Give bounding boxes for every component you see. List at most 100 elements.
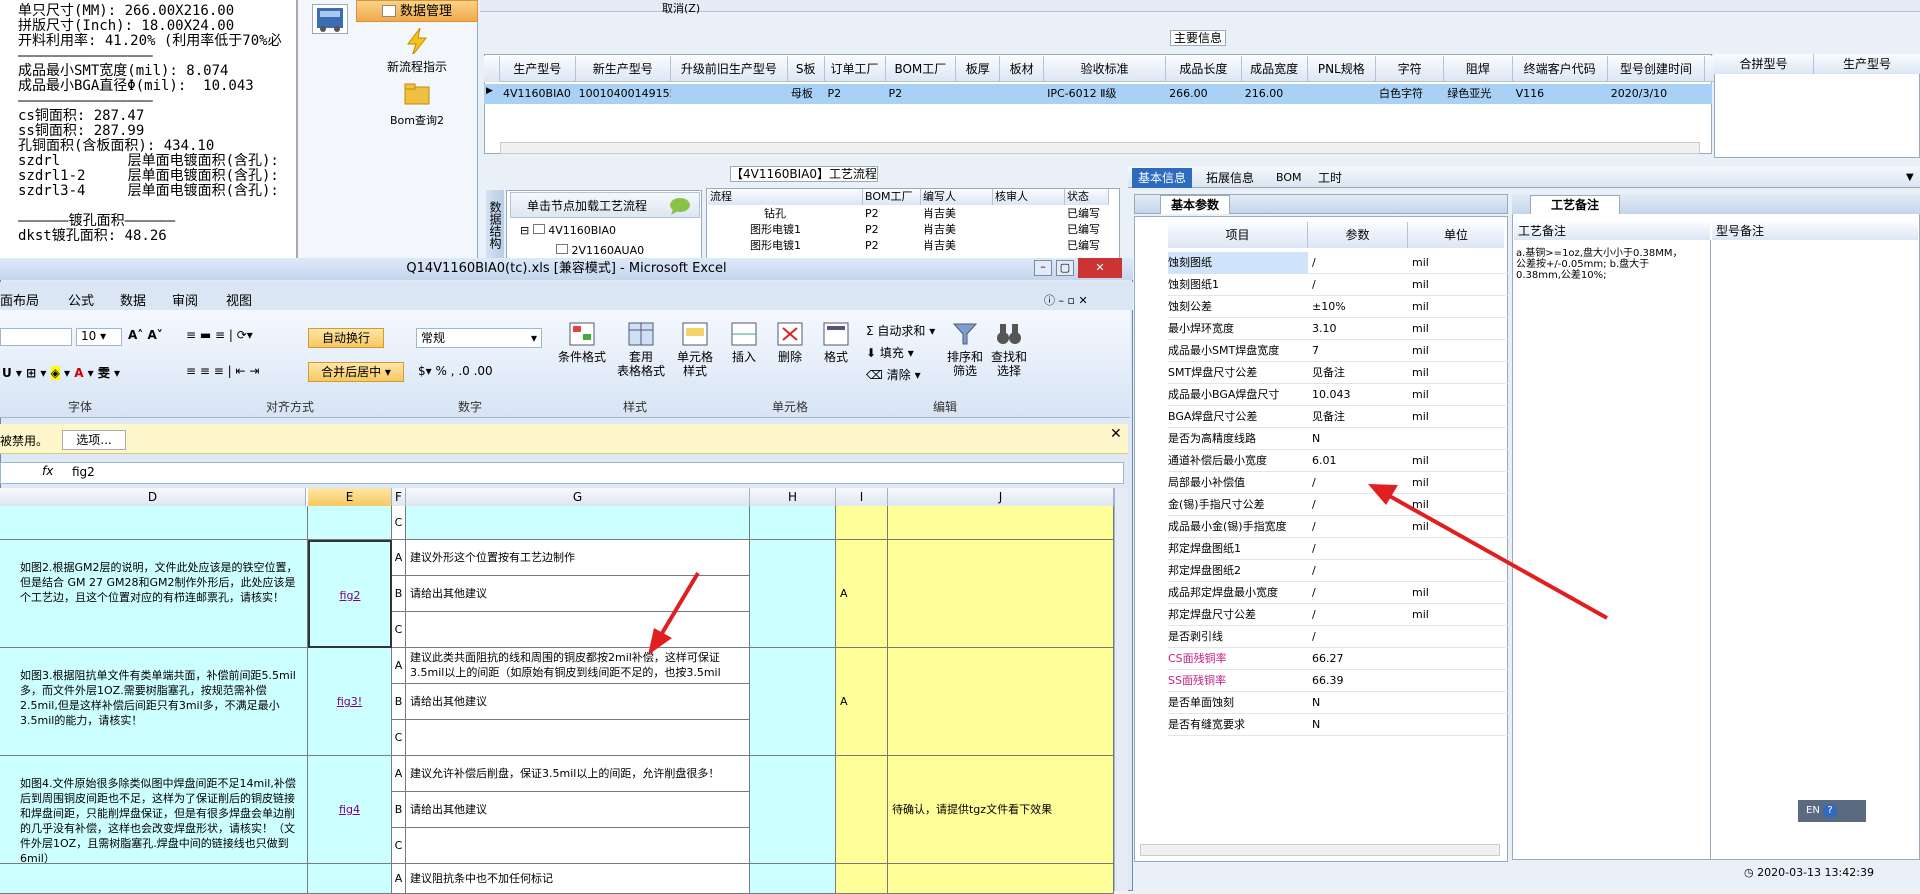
issue-description[interactable]: 如图2.根据GM2层的说明，文件此处应该是的铁空位置，但是结合 GM 27 GM… — [0, 540, 308, 648]
horizontal-scrollbar[interactable] — [500, 142, 1700, 154]
params-header-value[interactable]: 参数 — [1308, 222, 1408, 248]
param-value[interactable]: / — [1310, 560, 1408, 581]
param-value[interactable]: N — [1310, 714, 1408, 735]
tab-page-layout[interactable]: 面布局 — [0, 290, 39, 309]
param-value[interactable]: 见备注 — [1310, 406, 1408, 427]
params-hscrollbar[interactable] — [1140, 844, 1500, 856]
delete-button[interactable]: 删除 — [766, 320, 814, 364]
insert-button[interactable]: 插入 — [720, 320, 768, 364]
main-grid-cell[interactable] — [956, 84, 1000, 104]
tab-view[interactable]: 视图 — [226, 290, 252, 309]
formula-bar[interactable] — [0, 462, 1124, 484]
fill-color-icon[interactable]: ◈ — [50, 366, 60, 380]
main-grid-header[interactable]: BOM工厂 — [885, 56, 957, 82]
issue-comment[interactable] — [888, 648, 1114, 756]
sheet-cell[interactable] — [0, 506, 308, 540]
notepad-text-area[interactable]: 单只尺寸(MM): 266.00X216.00 拼版尺寸(Inch): 18.0… — [0, 0, 298, 270]
main-grid-cell[interactable]: 白色字符 — [1376, 84, 1444, 104]
process-remarks-text[interactable]: a.基铜>=1oz,盘大小小于0.38MM，公差按+/-0.05mm; b.盘大… — [1516, 248, 1692, 281]
process-grid-cell[interactable]: 已编写 — [1065, 206, 1109, 222]
sheet-cell[interactable] — [836, 864, 888, 894]
column-header-i[interactable]: I — [836, 488, 888, 506]
font-color-icon[interactable]: A — [74, 366, 83, 380]
process-grid-header[interactable]: 编写人 — [921, 189, 993, 205]
excel-titlebar[interactable]: Q14V1160BIA0(tc).xls [兼容模式] - Microsoft … — [0, 258, 1133, 280]
process-grid-cell[interactable]: P2 — [863, 238, 921, 254]
process-grid-header[interactable]: 核审人 — [993, 189, 1065, 205]
params-header-item[interactable]: 项目 — [1168, 222, 1308, 248]
option-text[interactable] — [406, 612, 750, 648]
help-icon[interactable]: ? — [1823, 804, 1837, 818]
sheet-cell[interactable] — [308, 506, 392, 540]
sheet-cell[interactable] — [836, 506, 888, 540]
main-grid-header[interactable]: PNL规格 — [1307, 56, 1376, 82]
tab-basic-info[interactable]: 基本信息 — [1132, 168, 1193, 188]
option-text[interactable] — [406, 828, 750, 864]
minimize-button[interactable]: – — [1034, 260, 1052, 276]
param-row[interactable]: 局部最小补偿值 / mil — [1168, 472, 1508, 494]
main-grid-header[interactable]: 成品宽度 — [1241, 56, 1308, 82]
new-process-button[interactable]: 新流程指示 — [362, 28, 472, 75]
option-text[interactable]: 建议外形这个位置按有工艺边制作 — [406, 540, 750, 576]
params-header-unit[interactable]: 单位 — [1408, 222, 1504, 248]
param-row[interactable]: BGA焊盘尺寸公差 见备注 mil — [1168, 406, 1508, 428]
param-row[interactable]: 蚀刻图纸 / mil — [1168, 252, 1508, 274]
column-header-j[interactable]: J — [888, 488, 1114, 506]
main-grid-cell[interactable] — [1000, 84, 1044, 104]
issue-choice[interactable]: A — [836, 540, 888, 648]
process-grid-cell[interactable] — [993, 206, 1065, 222]
main-grid-header[interactable]: 型号创建时间 — [1607, 56, 1706, 82]
font-name-select[interactable] — [0, 328, 72, 346]
align-buttons[interactable]: ≡ ≡ ≡ | ⇤ ⇥ — [186, 364, 306, 384]
sheet-cell[interactable] — [888, 864, 1114, 894]
autosum-button[interactable]: Σ 自动求和 ▾ — [866, 322, 935, 339]
sort-filter-button[interactable]: 排序和 筛选 — [942, 320, 988, 378]
tab-basic-params[interactable]: 基本参数 — [1160, 195, 1230, 214]
main-grid-cell[interactable]: 2020/3/10 — [1608, 84, 1706, 104]
main-grid-cell[interactable]: P2 — [825, 84, 886, 104]
process-grid-cell[interactable] — [993, 222, 1065, 238]
tab-data[interactable]: 数据 — [120, 290, 146, 309]
param-row[interactable]: 金(锡)手指尺寸公差 / mil — [1168, 494, 1508, 516]
issue-figure-link-cell[interactable]: fig4 — [308, 756, 392, 864]
param-row[interactable]: 邦定焊盘图纸1 / — [1168, 538, 1508, 560]
option-text[interactable] — [406, 720, 750, 756]
font-grow-button[interactable]: A˄ A˅ — [128, 328, 163, 342]
param-row[interactable]: 蚀刻公差 ±10% mil — [1168, 296, 1508, 318]
main-grid-header[interactable]: 订单工厂 — [824, 56, 886, 82]
formula-input[interactable]: fig2 — [72, 465, 95, 479]
security-options-button[interactable]: 选项... — [62, 430, 126, 450]
column-header-g[interactable]: G — [406, 488, 750, 506]
param-value[interactable]: 6.01 — [1310, 450, 1408, 471]
param-row[interactable]: CS面残铜率 66.27 — [1168, 648, 1508, 670]
param-value[interactable]: / — [1310, 472, 1408, 493]
process-grid-cell[interactable]: 肖吉美 — [921, 222, 993, 238]
main-grid-header[interactable]: 验收标准 — [1044, 56, 1167, 82]
wrap-text-button[interactable]: 自动换行 — [308, 328, 384, 348]
param-value[interactable]: / — [1310, 516, 1408, 537]
find-select-button[interactable]: 查找和 选择 — [986, 320, 1032, 378]
tab-formulas[interactable]: 公式 — [68, 290, 94, 309]
nav-header-data-management[interactable]: 数据管理 — [356, 0, 478, 22]
option-text[interactable]: 建议此类共面阻抗的线和周围的铜皮都按2mil补偿，这样可保证3.5mil以上的间… — [406, 648, 750, 684]
param-row[interactable]: 是否有缝宽要求 N — [1168, 714, 1508, 736]
column-header-e[interactable]: E — [308, 488, 392, 506]
option-text[interactable]: 请给出其他建议 — [406, 684, 750, 720]
param-row[interactable]: 成品邦定焊盘最小宽度 / mil — [1168, 582, 1508, 604]
process-grid-cell[interactable]: 已编写 — [1065, 222, 1109, 238]
main-grid-header[interactable]: 生产型号 — [500, 56, 576, 82]
process-grid-cell[interactable]: 钻孔 — [708, 206, 863, 222]
main-grid-cell[interactable] — [671, 84, 788, 104]
sheet-vscrollbar[interactable] — [1114, 488, 1128, 891]
tab-work-hours[interactable]: 工时 — [1312, 168, 1348, 188]
process-grid-cell[interactable]: P2 — [863, 222, 921, 238]
sheet-cell[interactable] — [750, 648, 836, 756]
main-grid-cell[interactable]: 216.00 — [1242, 84, 1308, 104]
main-grid-cell[interactable]: 266.00 — [1166, 84, 1242, 104]
param-row[interactable]: 最小焊环宽度 3.10 mil — [1168, 318, 1508, 340]
param-value[interactable]: ±10% — [1310, 296, 1408, 317]
sheet-cell[interactable] — [750, 864, 836, 894]
main-grid-header[interactable]: 升级前旧生产型号 — [670, 56, 788, 82]
option-text[interactable]: 请给出其他建议 — [406, 792, 750, 828]
column-header-h[interactable]: H — [750, 488, 836, 506]
